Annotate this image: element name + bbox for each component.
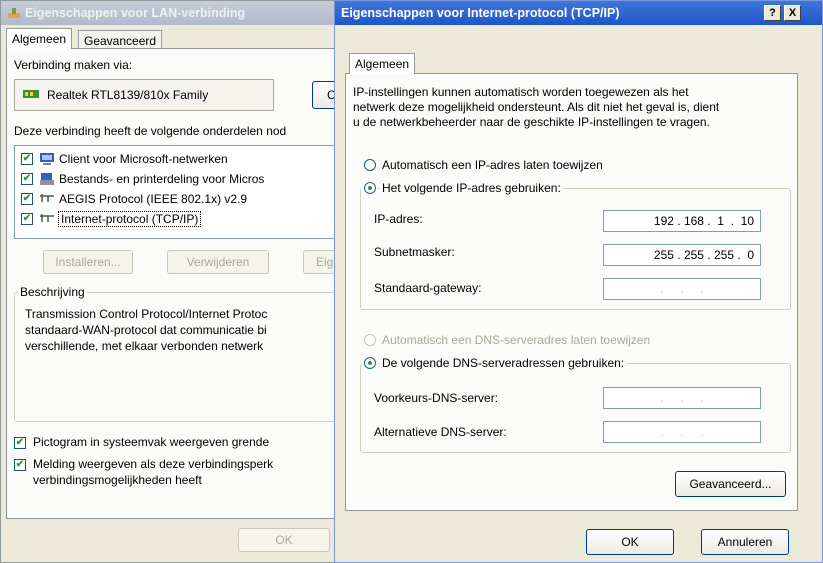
description-line-2: standaard-WAN-protocol dat communicatie …	[25, 323, 267, 337]
tcpip-properties-window: Eigenschappen voor Internet-protocol (TC…	[334, 0, 823, 563]
cancel-button[interactable]: Annuleren	[701, 529, 789, 555]
component-checkbox[interactable]: ✔	[21, 173, 33, 185]
network-client-icon	[39, 152, 55, 166]
notify-label-line-1: Melding weergeven als deze verbindingspe…	[33, 457, 274, 471]
connect-via-label: Verbinding maken via:	[14, 58, 133, 72]
network-connection-icon	[7, 6, 21, 20]
file-printer-sharing-icon	[39, 172, 55, 186]
help-button[interactable]: ?	[764, 5, 781, 21]
intro-line-2: netwerk deze mogelijkheid ondersteunt. A…	[353, 100, 720, 114]
list-item[interactable]: ✔ AEGIS Protocol (IEEE 802.1x) v2.9	[21, 190, 247, 208]
close-button[interactable]: X	[784, 5, 801, 21]
alternate-dns-input[interactable]: . . .	[603, 421, 761, 443]
tab-algemeen-label: Algemeen	[12, 32, 67, 46]
component-label-selected: Internet-protocol (TCP/IP)	[57, 211, 202, 227]
description-line-3: verschillende, met elkaar verbonden netw…	[25, 339, 264, 353]
network-adapter-icon	[23, 88, 39, 100]
alternate-dns-label: Alternatieve DNS-server:	[374, 425, 507, 439]
tcpip-title-bar[interactable]: Eigenschappen voor Internet-protocol (TC…	[335, 1, 822, 25]
ip-address-input[interactable]: 192 . 168 . 1 . 10	[603, 210, 761, 232]
lan-ok-button[interactable]: OK	[238, 528, 330, 552]
tab-algemeen-tcpip-label: Algemeen	[355, 57, 410, 71]
component-checkbox[interactable]: ✔	[21, 153, 33, 165]
tab-geavanceerd[interactable]: Geavanceerd	[78, 30, 163, 49]
subnet-mask-input[interactable]: 255 . 255 . 255 . 0	[603, 244, 761, 266]
manual-ip-radio[interactable]	[362, 180, 378, 196]
gateway-input[interactable]: . . .	[603, 278, 761, 300]
auto-dns-label: Automatisch een DNS-serveradres laten to…	[382, 333, 651, 347]
list-item[interactable]: ✔ Bestands- en printerdeling voor Micros	[21, 170, 264, 188]
components-list[interactable]: ✔ Client voor Microsoft-netwerken ✔ Best…	[14, 145, 344, 239]
intro-line-1: IP-instellingen kunnen automatisch worde…	[353, 85, 689, 99]
show-icon-checkbox[interactable]: ✔	[14, 437, 26, 449]
auto-dns-radio[interactable]	[364, 334, 376, 346]
components-label: Deze verbinding heeft de volgende onderd…	[14, 124, 287, 138]
lan-title-bar[interactable]: Eigenschappen voor LAN-verbinding	[1, 1, 344, 25]
tcpip-general-panel: IP-instellingen kunnen automatisch worde…	[345, 73, 798, 511]
lan-properties-window: Eigenschappen voor LAN-verbinding Algeme…	[0, 0, 345, 563]
protocol-icon	[39, 212, 55, 226]
tab-geavanceerd-label: Geavanceerd	[84, 34, 157, 48]
adapter-field: Realtek RTL8139/810x Family	[14, 79, 274, 111]
tab-algemeen[interactable]: Algemeen	[6, 28, 73, 49]
preferred-dns-label: Voorkeurs-DNS-server:	[374, 391, 499, 405]
manual-dns-label: De volgende DNS-serveradressen gebruiken…	[380, 356, 627, 370]
list-item[interactable]: ✔ Internet-protocol (TCP/IP)	[21, 210, 202, 228]
list-item[interactable]: ✔ Client voor Microsoft-netwerken	[21, 150, 228, 168]
install-button[interactable]: Installeren...	[43, 250, 133, 274]
notify-label-line-2: verbindingsmogelijkheden heeft	[33, 473, 202, 487]
preferred-dns-input[interactable]: . . .	[603, 387, 761, 409]
manual-ip-label: Het volgende IP-adres gebruiken:	[380, 181, 563, 195]
lan-window-title: Eigenschappen voor LAN-verbinding	[25, 6, 246, 20]
component-label: Bestands- en printerdeling voor Micros	[59, 172, 265, 186]
uninstall-button[interactable]: Verwijderen	[167, 250, 269, 274]
tab-algemeen-tcpip[interactable]: Algemeen	[349, 53, 416, 74]
component-label: Client voor Microsoft-netwerken	[59, 152, 228, 166]
advanced-button[interactable]: Geavanceerd...	[675, 471, 786, 497]
auto-ip-radio[interactable]	[364, 159, 376, 171]
component-checkbox[interactable]: ✔	[21, 193, 33, 205]
notify-checkbox[interactable]: ✔	[14, 459, 26, 471]
protocol-icon	[39, 192, 55, 206]
adapter-name: Realtek RTL8139/810x Family	[47, 88, 209, 102]
gateway-label: Standaard-gateway:	[374, 281, 482, 295]
description-group-label: Beschrijving	[18, 285, 87, 299]
intro-line-3: u de netwerkbeheerder naar de geschikte …	[353, 115, 710, 129]
lan-general-panel: Verbinding maken via: Realtek RTL8139/81…	[6, 48, 344, 519]
component-checkbox[interactable]: ✔	[21, 213, 33, 225]
component-label: AEGIS Protocol (IEEE 802.1x) v2.9	[59, 192, 248, 206]
subnet-mask-label: Subnetmasker:	[374, 245, 455, 259]
auto-ip-label: Automatisch een IP-adres laten toewijzen	[382, 158, 603, 172]
show-icon-label: Pictogram in systeemvak weergeven grende	[33, 435, 270, 449]
tcpip-window-title: Eigenschappen voor Internet-protocol (TC…	[341, 6, 620, 20]
ok-button[interactable]: OK	[586, 529, 674, 555]
ip-address-label: IP-adres:	[374, 212, 423, 226]
description-line-1: Transmission Control Protocol/Internet P…	[25, 307, 268, 321]
manual-dns-radio[interactable]	[362, 355, 378, 371]
